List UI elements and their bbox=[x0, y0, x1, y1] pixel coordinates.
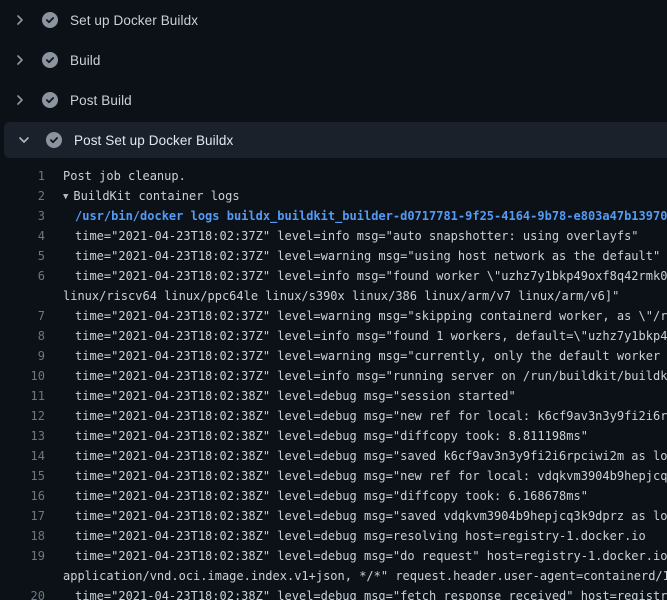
log-line: 6time="2021-04-23T18:02:37Z" level=info … bbox=[0, 266, 667, 286]
log-line-text: time="2021-04-23T18:02:38Z" level=debug … bbox=[45, 426, 588, 446]
step-row[interactable]: Build bbox=[0, 40, 667, 80]
log-line-number[interactable]: 11 bbox=[0, 386, 45, 406]
log-line: linux/riscv64 linux/ppc64le linux/s390x … bbox=[0, 286, 667, 306]
log-line-text: time="2021-04-23T18:02:38Z" level=debug … bbox=[45, 526, 646, 546]
log-line: 3/usr/bin/docker logs buildx_buildkit_bu… bbox=[0, 206, 667, 226]
log-line: 11time="2021-04-23T18:02:38Z" level=debu… bbox=[0, 386, 667, 406]
step-label: Set up Docker Buildx bbox=[70, 13, 198, 28]
log-line-number[interactable]: 4 bbox=[0, 226, 45, 246]
log-line: 14time="2021-04-23T18:02:38Z" level=debu… bbox=[0, 446, 667, 466]
log-line-number[interactable]: 5 bbox=[0, 246, 45, 266]
steps-list: Set up Docker Buildx Build Post Build Post … bbox=[0, 0, 667, 158]
log-line: 2 ▼ BuildKit container logs bbox=[0, 186, 667, 206]
log-line: 5time="2021-04-23T18:02:37Z" level=warni… bbox=[0, 246, 667, 266]
log-line-number[interactable]: 6 bbox=[0, 266, 45, 286]
log-line-text: time="2021-04-23T18:02:38Z" level=debug … bbox=[45, 406, 667, 426]
log-line: application/vnd.oci.image.index.v1+json,… bbox=[0, 566, 667, 586]
log-area: 1Post job cleanup.2 ▼ BuildKit container l… bbox=[0, 160, 667, 600]
check-circle-icon bbox=[42, 92, 58, 108]
log-line-number[interactable]: 20 bbox=[0, 586, 45, 600]
step-row[interactable]: Post Build bbox=[0, 80, 667, 120]
log-line-number[interactable]: 18 bbox=[0, 526, 45, 546]
log-line-text: time="2021-04-23T18:02:38Z" level=debug … bbox=[45, 446, 667, 466]
log-line-number[interactable]: 8 bbox=[0, 326, 45, 346]
log-line-number[interactable]: 19 bbox=[0, 546, 45, 566]
log-line-number[interactable]: 15 bbox=[0, 466, 45, 486]
log-line: 7time="2021-04-23T18:02:37Z" level=warni… bbox=[0, 306, 667, 326]
log-line-text: time="2021-04-23T18:02:37Z" level=warnin… bbox=[45, 246, 660, 266]
log-line-text: time="2021-04-23T18:02:38Z" level=debug … bbox=[45, 466, 667, 486]
log-line: 19time="2021-04-23T18:02:38Z" level=debu… bbox=[0, 546, 667, 566]
check-circle-icon bbox=[46, 132, 62, 148]
log-line-number bbox=[0, 566, 45, 586]
log-line-number bbox=[0, 286, 45, 306]
log-line-text: time="2021-04-23T18:02:38Z" level=debug … bbox=[45, 386, 516, 406]
log-line-number[interactable]: 17 bbox=[0, 506, 45, 526]
log-line-text: time="2021-04-23T18:02:38Z" level=debug … bbox=[45, 546, 667, 566]
log-group-label: BuildKit container logs bbox=[73, 189, 239, 203]
log-line-text: time="2021-04-23T18:02:37Z" level=info m… bbox=[45, 266, 667, 286]
log-line: 12time="2021-04-23T18:02:38Z" level=debu… bbox=[0, 406, 667, 426]
chevron-right-icon bbox=[12, 52, 28, 68]
log-line-number[interactable]: 12 bbox=[0, 406, 45, 426]
log-line: 20time="2021-04-23T18:02:38Z" level=debu… bbox=[0, 586, 667, 600]
step-label: Post Build bbox=[70, 93, 132, 108]
log-line-text: time="2021-04-23T18:02:37Z" level=info m… bbox=[45, 226, 639, 246]
log-line-number[interactable]: 9 bbox=[0, 346, 45, 366]
log-line-text: time="2021-04-23T18:02:38Z" level=debug … bbox=[45, 506, 667, 526]
log-line-number[interactable]: 7 bbox=[0, 306, 45, 326]
log-line-number[interactable]: 16 bbox=[0, 486, 45, 506]
log-line-text: time="2021-04-23T18:02:38Z" level=debug … bbox=[45, 586, 667, 600]
step-label: Build bbox=[70, 53, 101, 68]
log-line-text: time="2021-04-23T18:02:38Z" level=debug … bbox=[45, 486, 588, 506]
log-line: 18time="2021-04-23T18:02:38Z" level=debu… bbox=[0, 526, 667, 546]
log-line: 4time="2021-04-23T18:02:37Z" level=info … bbox=[0, 226, 667, 246]
chevron-right-icon bbox=[12, 92, 28, 108]
log-line: 1Post job cleanup. bbox=[0, 166, 667, 186]
check-circle-icon bbox=[42, 52, 58, 68]
log-line: 17time="2021-04-23T18:02:38Z" level=debu… bbox=[0, 506, 667, 526]
log-line: 16time="2021-04-23T18:02:38Z" level=debu… bbox=[0, 486, 667, 506]
log-line: 8time="2021-04-23T18:02:37Z" level=info … bbox=[0, 326, 667, 346]
step-label: Post Set up Docker Buildx bbox=[74, 133, 233, 148]
log-line-text: time="2021-04-23T18:02:37Z" level=warnin… bbox=[45, 346, 667, 366]
log-group-toggle-icon[interactable]: ▼ bbox=[63, 187, 68, 206]
log-line-number[interactable]: 14 bbox=[0, 446, 45, 466]
log-line-text: Post job cleanup. bbox=[45, 166, 186, 186]
step-row[interactable]: Set up Docker Buildx bbox=[0, 0, 667, 40]
log-line: 15time="2021-04-23T18:02:38Z" level=debu… bbox=[0, 466, 667, 486]
step-row[interactable]: Post Set up Docker Buildx bbox=[4, 122, 667, 158]
log-line-text: time="2021-04-23T18:02:37Z" level=warnin… bbox=[45, 306, 667, 326]
log-line-text: time="2021-04-23T18:02:37Z" level=info m… bbox=[45, 366, 667, 386]
log-command-text: /usr/bin/docker logs buildx_buildkit_bui… bbox=[45, 206, 667, 226]
log-line-text: time="2021-04-23T18:02:37Z" level=info m… bbox=[45, 326, 667, 346]
log-line-number[interactable]: 2 bbox=[0, 186, 45, 206]
log-line-number[interactable]: 1 bbox=[0, 166, 45, 186]
log-line-text: application/vnd.oci.image.index.v1+json,… bbox=[45, 566, 667, 586]
log-line-number[interactable]: 10 bbox=[0, 366, 45, 386]
log-line: 9time="2021-04-23T18:02:37Z" level=warni… bbox=[0, 346, 667, 366]
check-circle-icon bbox=[42, 12, 58, 28]
log-line-text: linux/riscv64 linux/ppc64le linux/s390x … bbox=[45, 286, 619, 306]
log-line-number[interactable]: 3 bbox=[0, 206, 45, 226]
log-line-number[interactable]: 13 bbox=[0, 426, 45, 446]
log-line: 13time="2021-04-23T18:02:38Z" level=debu… bbox=[0, 426, 667, 446]
chevron-down-icon bbox=[16, 132, 32, 148]
chevron-right-icon bbox=[12, 12, 28, 28]
log-line-text: ▼ BuildKit container logs bbox=[45, 186, 240, 206]
log-line: 10time="2021-04-23T18:02:37Z" level=info… bbox=[0, 366, 667, 386]
